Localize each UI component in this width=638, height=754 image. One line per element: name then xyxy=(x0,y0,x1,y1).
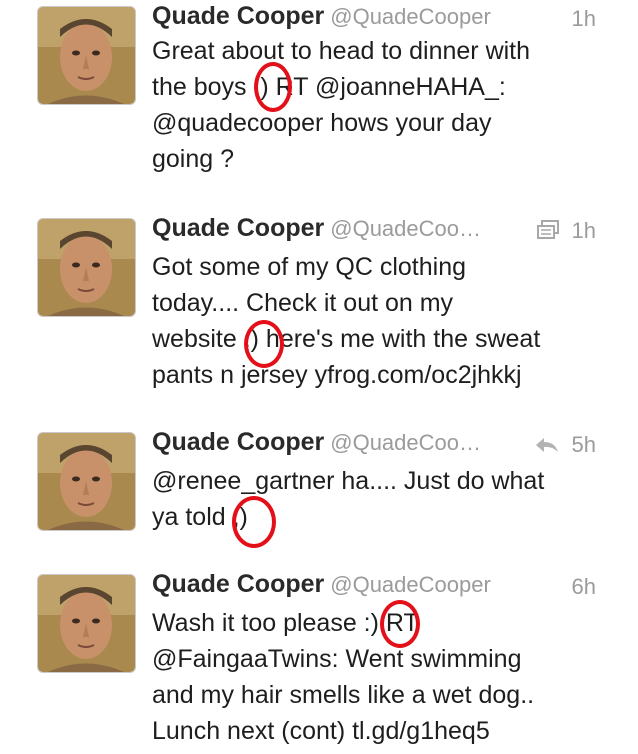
avatar-image xyxy=(38,433,135,530)
avatar-image xyxy=(38,7,135,104)
tweet-text-line: and my hair smells like a wet dog.. xyxy=(152,681,535,709)
author-handle[interactable]: @QuadeCoo… xyxy=(330,216,481,241)
avatar-image xyxy=(38,219,135,316)
tweet-timestamp: 5h xyxy=(571,432,596,457)
tweet[interactable]: Quade Cooper @QuadeCoo… 5h @renee_gartner… xyxy=(0,412,638,555)
author-name[interactable]: Quade Cooper xyxy=(152,214,324,242)
tweet-text: @renee_gartner ha.... Just do what ya to… xyxy=(152,463,602,535)
tweet-text-line: today.... Check it out on my xyxy=(152,289,454,317)
tweet-text-line: @renee_gartner ha.... Just do what xyxy=(152,467,545,495)
author-handle[interactable]: @QuadeCoo… xyxy=(330,430,481,455)
tweet-text-line: Great about to head to dinner with xyxy=(152,37,531,65)
tweet-text: Wash it too please :) RT @FaingaaTwins: … xyxy=(152,605,602,749)
tweet-text-line: pants n jersey yfrog.com/oc2jhkkj xyxy=(152,361,522,389)
tweet-header: Quade Cooper @QuadeCooper xyxy=(152,570,491,604)
tweet-header: Quade Cooper @QuadeCoo… xyxy=(152,214,481,248)
author-name[interactable]: Quade Cooper xyxy=(152,2,324,30)
tweet-text: Great about to head to dinner with the b… xyxy=(152,33,602,177)
tweet-text-line: going ? xyxy=(152,145,235,173)
avatar-image xyxy=(38,575,135,672)
annotation-circle xyxy=(380,600,420,648)
annotation-circle xyxy=(244,320,284,368)
reply-arrow-icon xyxy=(534,436,560,459)
tweet-text-line: ya told ;) xyxy=(152,503,248,531)
tweet-timestamp: 1h xyxy=(571,6,596,31)
tweet-text-line: website :) here's me with the sweat xyxy=(152,325,541,353)
tweet-timestamp: 6h xyxy=(571,574,596,599)
author-handle[interactable]: @QuadeCooper xyxy=(330,4,491,29)
avatar[interactable] xyxy=(37,432,136,531)
author-name[interactable]: Quade Cooper xyxy=(152,570,324,598)
tweet-text: Got some of my QC clothing today.... Che… xyxy=(152,249,602,393)
media-gallery-icon xyxy=(536,220,560,245)
tweet-header: Quade Cooper @QuadeCooper xyxy=(152,2,491,36)
tweet[interactable]: Quade Cooper @QuadeCoo… 1h Got some of my… xyxy=(0,198,638,413)
tweet-header: Quade Cooper @QuadeCoo… xyxy=(152,428,481,462)
author-name[interactable]: Quade Cooper xyxy=(152,428,324,456)
tweet[interactable]: Quade Cooper @QuadeCooper 1h Great about … xyxy=(0,0,638,199)
tweet-text-line: @FaingaaTwins: Went swimming xyxy=(152,645,522,673)
tweet-text-line: @quadecooper hows your day xyxy=(152,109,492,137)
tweet[interactable]: Quade Cooper @QuadeCooper 6h Wash it too … xyxy=(0,554,638,754)
annotation-circle xyxy=(254,62,292,112)
author-handle[interactable]: @QuadeCooper xyxy=(330,572,491,597)
tweet-timeline: Quade Cooper @QuadeCooper 1h Great about … xyxy=(0,0,638,754)
annotation-circle xyxy=(232,496,276,548)
tweet-text-line: Got some of my QC clothing xyxy=(152,253,467,281)
avatar[interactable] xyxy=(37,218,136,317)
tweet-text-line: the boys :) RT @joanneHAHA_: xyxy=(152,73,506,101)
avatar[interactable] xyxy=(37,574,136,673)
tweet-text-line: Wash it too please :) RT xyxy=(152,609,419,637)
tweet-timestamp: 1h xyxy=(571,218,596,243)
avatar[interactable] xyxy=(37,6,136,105)
